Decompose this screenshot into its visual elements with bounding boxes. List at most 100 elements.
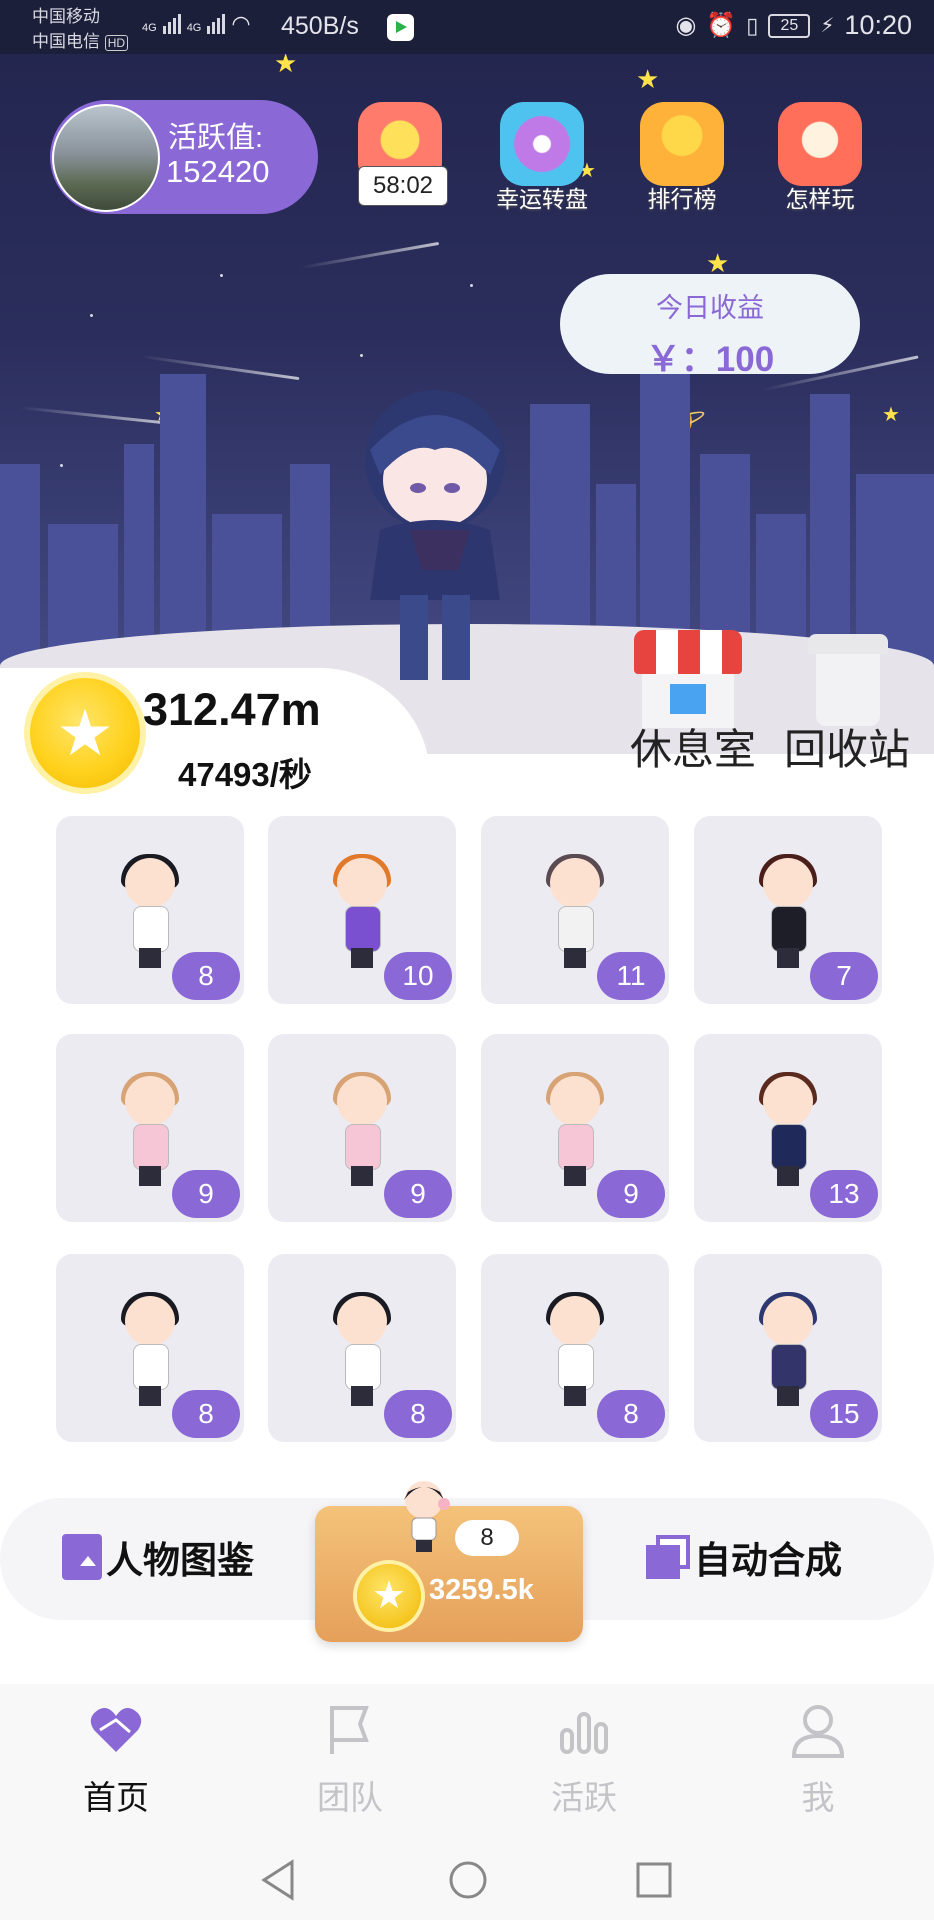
level-badge: 10 xyxy=(384,952,452,1000)
boy-icecream-character xyxy=(540,1292,610,1406)
main-character xyxy=(365,390,505,680)
tab-home[interactable]: 首页 xyxy=(46,1700,186,1819)
lounge-button[interactable]: 休息室 xyxy=(630,716,756,777)
auto-merge-button[interactable]: 自动合成 xyxy=(646,1530,842,1584)
signal-icon: 4G 4G ◠ xyxy=(142,11,251,36)
character-slot[interactable]: 8 xyxy=(481,1254,669,1442)
earnings-title: 今日收益 xyxy=(656,293,764,323)
girl-pinkdress-character xyxy=(327,1072,397,1186)
level-badge: 13 xyxy=(810,1170,878,1218)
charging-icon: ⚡ xyxy=(820,15,835,37)
level-badge: 9 xyxy=(384,1170,452,1218)
buy-price: 3259.5k xyxy=(429,1574,534,1606)
tab-me-label: 我 xyxy=(801,1779,835,1816)
status-bar: 中国移动 中国电信 HD 4G 4G ◠ 450B/s ◉ ⏰ ▯ 25 ⚡ 1… xyxy=(0,0,934,54)
star-icon: ★ xyxy=(706,248,730,278)
hd-badge: HD xyxy=(104,35,129,51)
catalog-button[interactable]: 人物图鉴 xyxy=(62,1530,254,1584)
girl-pinkdress-character xyxy=(540,1072,610,1186)
today-earnings[interactable]: 今日收益 ￥：100 xyxy=(560,274,860,379)
level-badge: 8 xyxy=(172,952,240,1000)
star-icon: ★ xyxy=(882,404,900,426)
home-icon[interactable] xyxy=(448,1858,488,1902)
tab-team[interactable]: 团队 xyxy=(280,1700,420,1819)
character-slot[interactable]: 7 xyxy=(694,816,882,1004)
status-right: ◉ ⏰ ▯ 25 ⚡ 10:20 xyxy=(675,10,912,41)
coin-icon: ★ xyxy=(357,1564,421,1628)
network-speed: 450B/s xyxy=(281,12,359,40)
shop-icon[interactable] xyxy=(628,630,748,730)
book-icon xyxy=(62,1534,102,1580)
back-icon[interactable] xyxy=(258,1858,298,1902)
ranking-button[interactable]: 排行榜 xyxy=(622,102,742,217)
heart-hands-icon xyxy=(90,1708,142,1752)
tab-team-label: 团队 xyxy=(317,1779,383,1816)
character-slot[interactable]: 10 xyxy=(268,816,456,1004)
boy-icecream-character xyxy=(115,854,185,968)
carrier-info: 中国移动 中国电信 HD xyxy=(32,4,129,56)
character-slot[interactable]: 9 xyxy=(56,1034,244,1222)
user-icon xyxy=(791,1705,845,1758)
wifi-icon: ◠ xyxy=(231,11,251,36)
tab-active[interactable]: 活跃 xyxy=(514,1700,654,1819)
boy-icecream-character xyxy=(115,1292,185,1406)
character-slot[interactable]: 15 xyxy=(694,1254,882,1442)
coin-rate: 47493/秒 xyxy=(178,756,312,793)
character-slot[interactable]: 11 xyxy=(481,816,669,1004)
tab-me[interactable]: 我 xyxy=(748,1700,888,1819)
star-icon: ★ xyxy=(274,54,298,78)
network-type-2: 4G xyxy=(186,22,202,34)
lucky-wheel-button[interactable]: 幸运转盘 xyxy=(482,102,602,217)
character-slot[interactable]: 8 xyxy=(56,1254,244,1442)
character-slot[interactable]: 9 xyxy=(268,1034,456,1222)
level-badge: 8 xyxy=(597,1390,665,1438)
level-badge: 9 xyxy=(597,1170,665,1218)
character-slot[interactable]: 9 xyxy=(481,1034,669,1222)
tab-active-label: 活跃 xyxy=(551,1779,617,1816)
coin-icon: ★ xyxy=(30,678,140,788)
eye-icon: ◉ xyxy=(675,12,697,39)
character-slot[interactable]: 8 xyxy=(56,816,244,1004)
blue-hair-hero-character xyxy=(753,1292,823,1406)
how-to-play-button[interactable]: 怎样玩 xyxy=(760,102,880,217)
buy-character-avatar xyxy=(404,1481,450,1552)
carrier-2: 中国电信 xyxy=(32,32,100,51)
star-icon: ★ xyxy=(636,64,660,94)
coin-balance: 312.47m xyxy=(143,684,321,735)
auto-merge-label: 自动合成 xyxy=(694,1540,842,1581)
video-app-icon xyxy=(387,14,414,41)
activity-profile[interactable]: 活跃值: 152420 xyxy=(50,100,318,214)
character-slot[interactable]: 13 xyxy=(694,1034,882,1222)
trophy-icon xyxy=(640,102,724,186)
network-type-1: 4G xyxy=(142,22,157,34)
catalog-label: 人物图鉴 xyxy=(106,1540,254,1581)
boy-icecream-character xyxy=(327,1292,397,1406)
alarm-icon: ⏰ xyxy=(706,12,737,39)
reward-timer: 58:02 xyxy=(358,166,448,206)
guide-icon xyxy=(778,102,862,186)
boy-suit-character xyxy=(753,854,823,968)
girl-pinkdress-character xyxy=(115,1072,185,1186)
level-badge: 8 xyxy=(172,1390,240,1438)
battery-icon: 25 xyxy=(768,13,811,38)
tab-home-label: 首页 xyxy=(83,1779,149,1816)
girl-scooter-character xyxy=(327,854,397,968)
man-navysuit-character xyxy=(753,1072,823,1186)
carrier-1: 中国移动 xyxy=(32,7,100,26)
avatar[interactable] xyxy=(52,104,160,212)
earnings-value: ￥：100 xyxy=(645,340,775,379)
character-slot[interactable]: 8 xyxy=(268,1254,456,1442)
level-badge: 11 xyxy=(597,952,665,1000)
bar-chart-icon xyxy=(560,1712,608,1754)
trash-icon[interactable] xyxy=(808,634,888,726)
recent-apps-icon[interactable] xyxy=(634,1858,674,1902)
recycle-button[interactable]: 回收站 xyxy=(784,716,910,777)
wheel-icon xyxy=(500,102,584,186)
flag-icon xyxy=(330,1706,369,1754)
merge-icon xyxy=(646,1535,690,1579)
vibrate-icon: ▯ xyxy=(746,12,759,38)
level-badge: 7 xyxy=(810,952,878,1000)
buy-level-badge: 8 xyxy=(455,1520,519,1556)
level-badge: 9 xyxy=(172,1170,240,1218)
girl-longhair-character xyxy=(540,854,610,968)
